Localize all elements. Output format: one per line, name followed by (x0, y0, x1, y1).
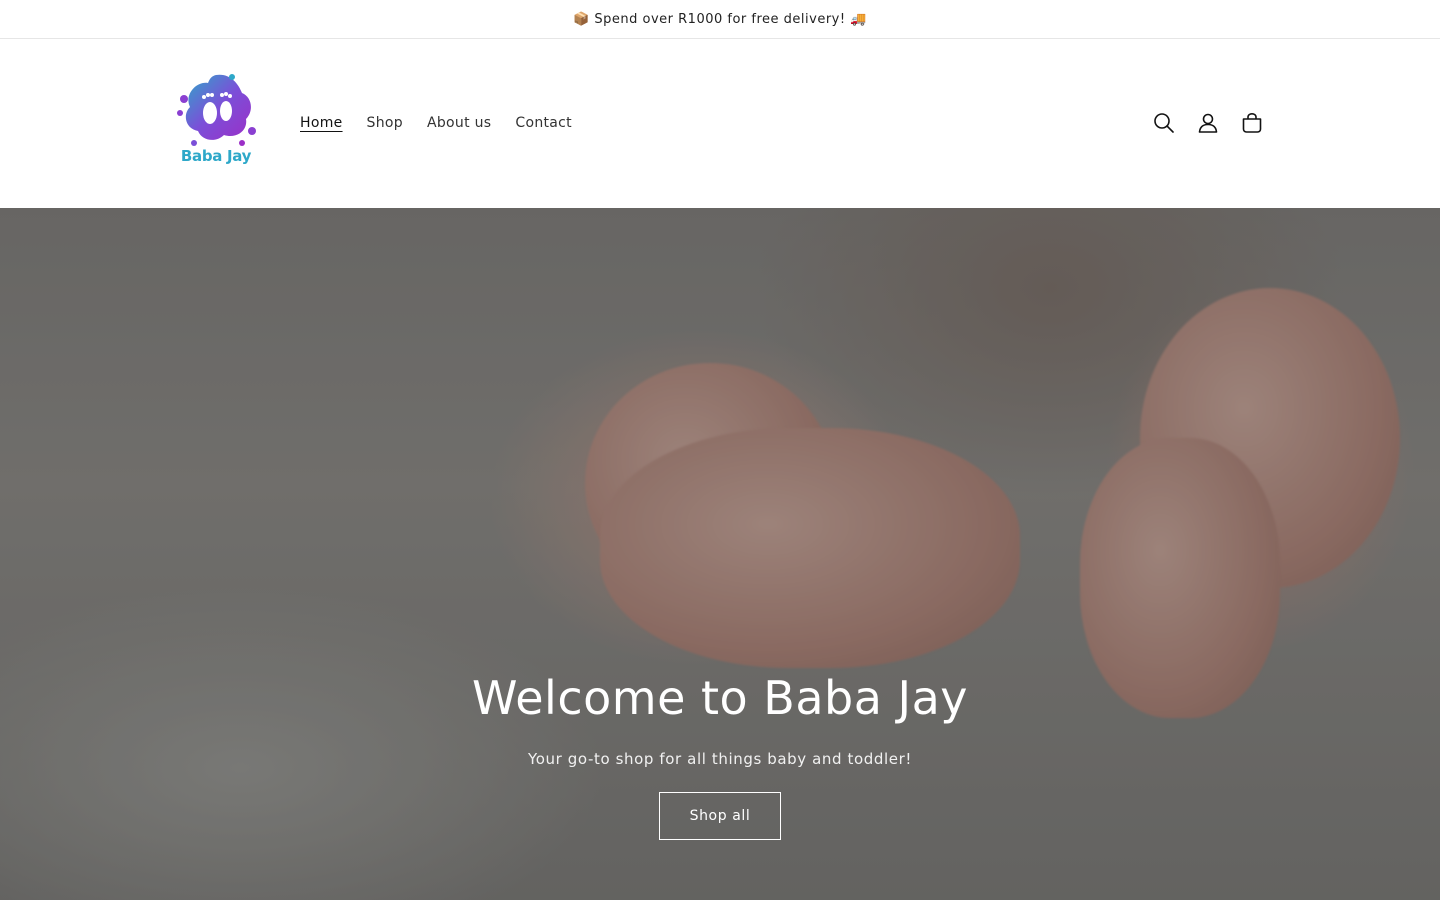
hero-banner: Welcome to Baba Jay Your go-to shop for … (0, 208, 1440, 900)
account-button[interactable] (1186, 101, 1230, 145)
hero-content: Welcome to Baba Jay Your go-to shop for … (0, 670, 1440, 840)
shop-all-button[interactable]: Shop all (658, 792, 782, 840)
announcement-text: 📦 Spend over R1000 for free delivery! 🚚 (573, 11, 867, 27)
nav-home[interactable]: Home (288, 109, 355, 137)
cart-icon (1242, 112, 1262, 133)
nav-contact[interactable]: Contact (503, 109, 584, 137)
search-button[interactable] (1142, 101, 1186, 145)
account-icon (1198, 113, 1218, 133)
site-header: Baba Jay Home Shop About us Contact (0, 39, 1440, 207)
announcement-bar: 📦 Spend over R1000 for free delivery! 🚚 (0, 0, 1440, 39)
header-icons (1142, 101, 1274, 145)
logo[interactable]: Baba Jay (172, 69, 260, 179)
nav-about-us[interactable]: About us (415, 109, 503, 137)
hero-title: Welcome to Baba Jay (471, 671, 969, 725)
logo-splash-icon (177, 74, 256, 146)
nav-shop[interactable]: Shop (355, 109, 415, 137)
search-icon (1154, 113, 1174, 133)
logo-text: Baba Jay (180, 147, 252, 165)
main-nav: Home Shop About us Contact (288, 109, 584, 137)
cart-button[interactable] (1230, 101, 1274, 145)
hero-subtitle: Your go-to shop for all things baby and … (528, 750, 912, 768)
